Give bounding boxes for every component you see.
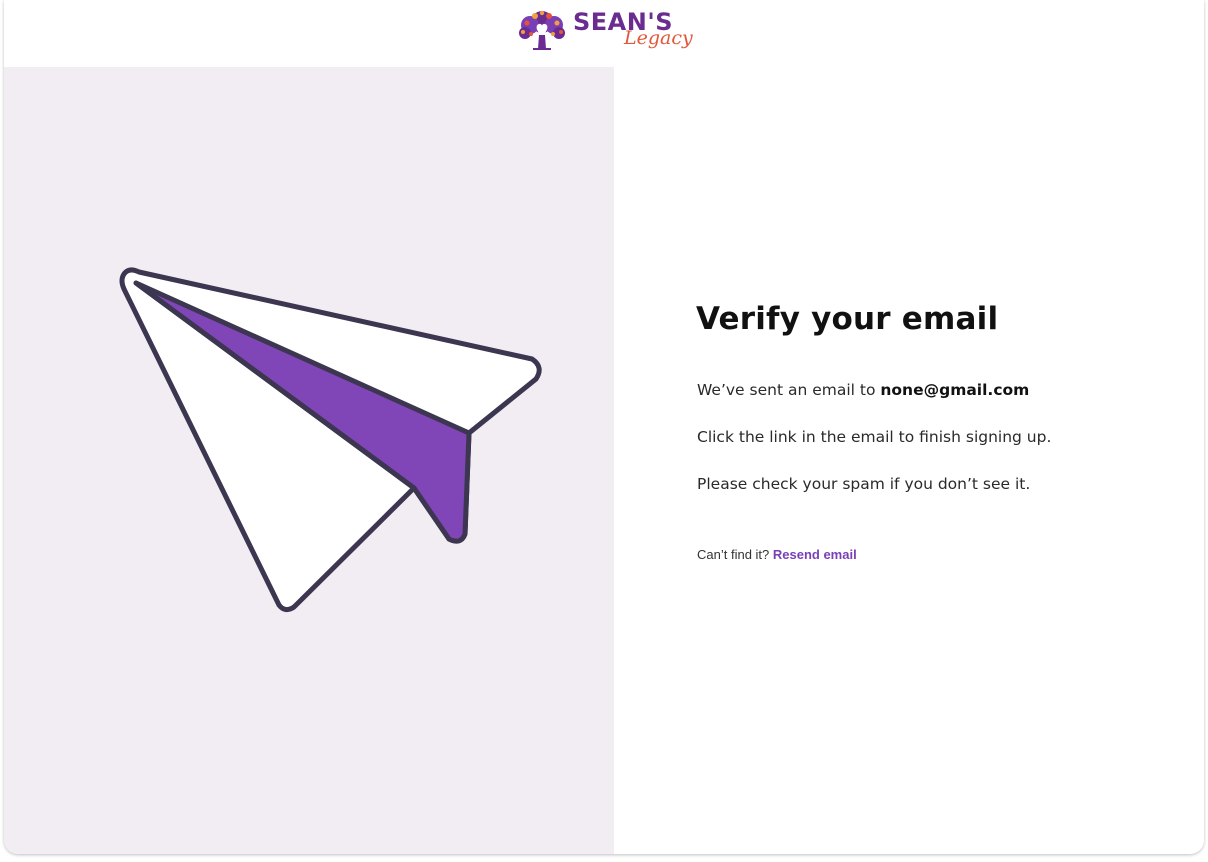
- resend-prompt: Can’t find it?: [697, 547, 773, 562]
- resend-email-link[interactable]: Resend email: [773, 547, 857, 562]
- sent-message: We’ve sent an email to none@gmail.com: [697, 381, 1029, 399]
- paper-plane-icon: [119, 267, 542, 613]
- instruction-text: Click the link in the email to finish si…: [697, 428, 1052, 446]
- page-frame: SEAN'S Legacy Verify your email We’ve se…: [4, 0, 1204, 854]
- resend-row: Can’t find it? Resend email: [697, 547, 857, 562]
- brand-script: Legacy: [624, 27, 693, 49]
- tree-heart-icon: [519, 10, 565, 50]
- content-panel: Verify your email We’ve sent an email to…: [614, 67, 1204, 854]
- page-title: Verify your email: [696, 301, 999, 337]
- email-address: none@gmail.com: [880, 381, 1030, 399]
- sent-prefix: We’ve sent an email to: [697, 381, 881, 399]
- header: SEAN'S Legacy: [4, 0, 1204, 67]
- brand-logo[interactable]: SEAN'S Legacy: [517, 6, 697, 58]
- spam-note: Please check your spam if you don’t see …: [697, 475, 1031, 493]
- illustration-panel: [4, 67, 614, 854]
